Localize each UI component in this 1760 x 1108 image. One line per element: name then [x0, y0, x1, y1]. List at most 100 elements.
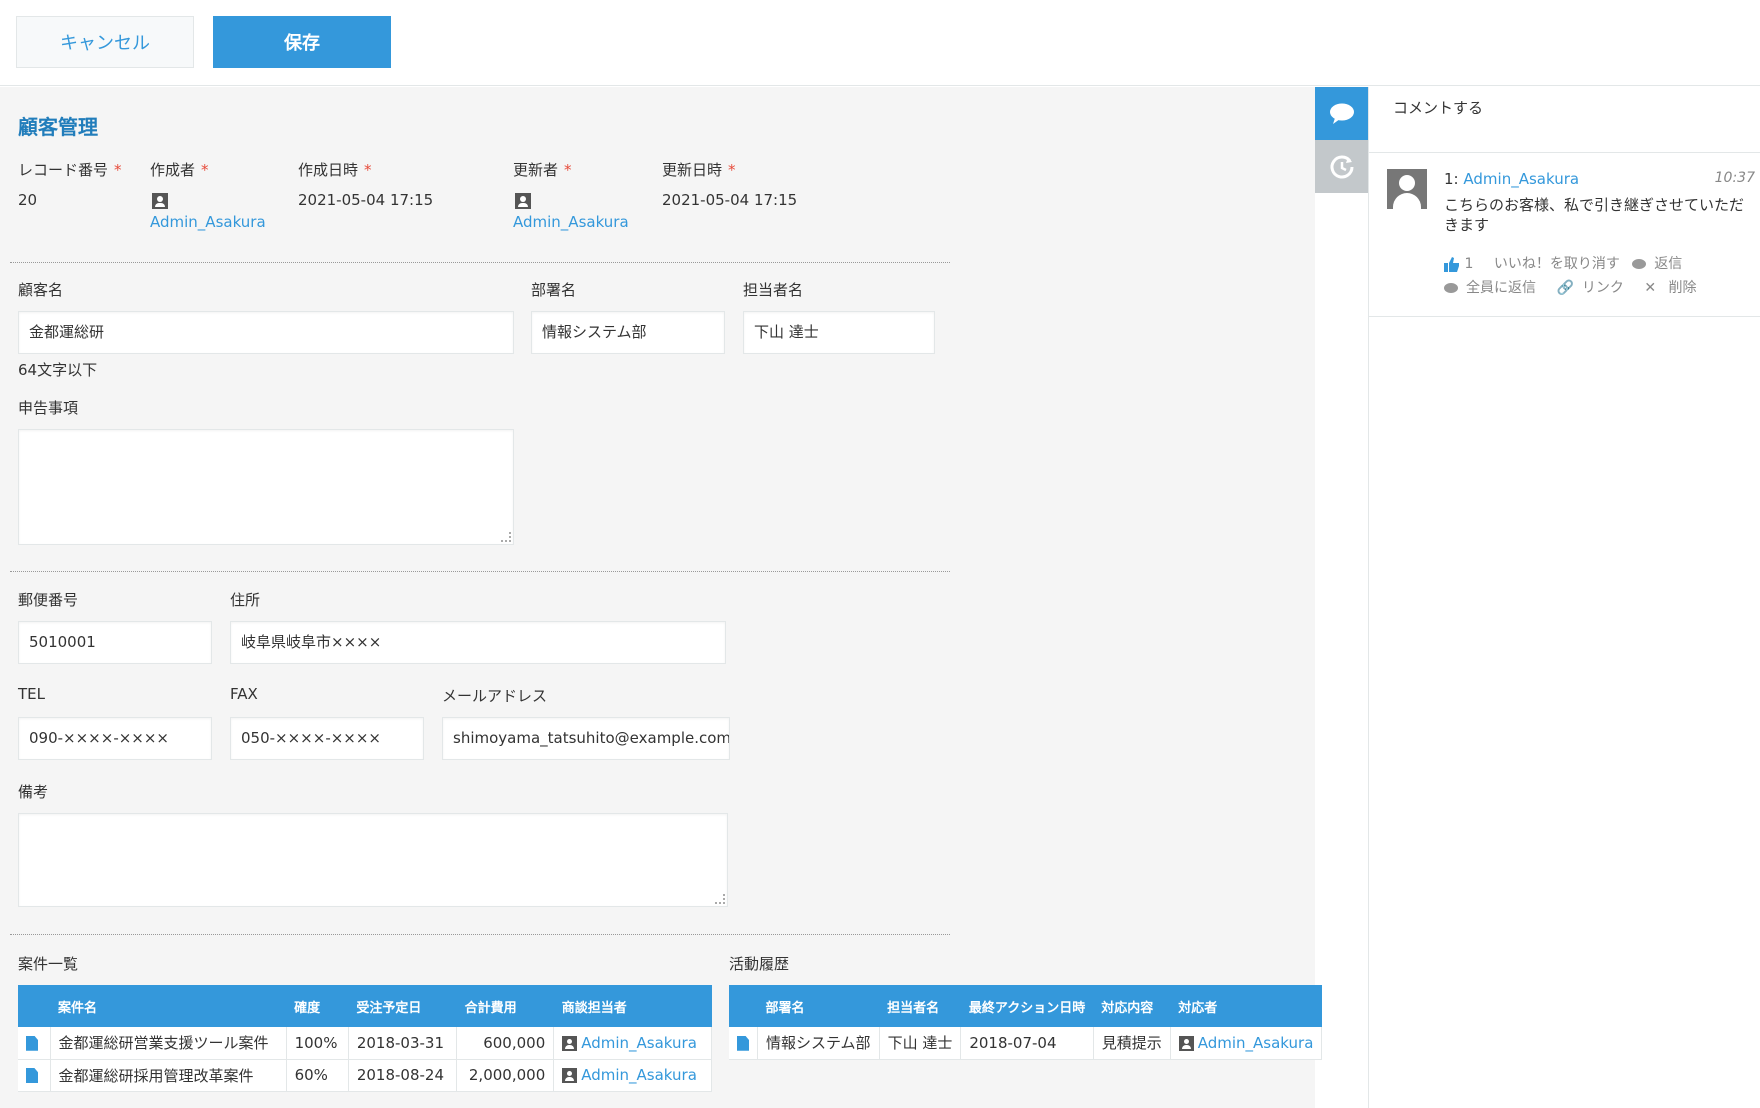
deals-header-cell: 受注予定日	[348, 985, 457, 1027]
activity-person-cell: 下山 達士	[879, 1027, 962, 1060]
record-no-value: 20	[18, 191, 38, 209]
avatar	[1387, 169, 1427, 209]
deals-header-row: 案件名 確度 受注予定日 合計費用 商談担当者	[18, 985, 712, 1027]
delete-button[interactable]: ✕ 削除	[1644, 280, 1704, 296]
customer-hint: 64文字以下	[18, 361, 98, 379]
deals-header-icon-col	[18, 985, 50, 1027]
resize-handle-icon[interactable]	[715, 894, 725, 904]
history-icon	[1330, 155, 1353, 178]
updater-link[interactable]: Admin_Asakura	[513, 213, 629, 231]
person-label: 担当者名	[743, 281, 804, 299]
row-detail-cell[interactable]	[18, 1027, 51, 1060]
dept-input[interactable]: 情報システム部	[531, 311, 725, 354]
fax-input[interactable]: 050-××××-××××	[230, 717, 424, 760]
deals-header-cell: 案件名	[50, 985, 287, 1027]
reply-all-icon	[1444, 283, 1458, 293]
section-divider	[10, 934, 950, 935]
document-icon[interactable]	[26, 1035, 38, 1051]
email-input[interactable]: shimoyama_tatsuhito@example.com	[442, 717, 730, 760]
comment-author-link[interactable]: Admin_Asakura	[1463, 170, 1579, 188]
section-divider	[10, 571, 950, 572]
table-row: 情報システム部 下山 達士 2018-07-04 見積提示 Admin_Asak…	[729, 1027, 1323, 1060]
deals-title: 案件一覧	[18, 955, 79, 973]
notes-textarea[interactable]	[18, 813, 728, 907]
link-button[interactable]: 🔗 リンク	[1556, 280, 1631, 296]
customer-input[interactable]: 金都運総研	[18, 311, 514, 354]
cancel-button[interactable]: キャンセル	[16, 16, 194, 68]
deal-probability-cell: 100%	[286, 1027, 349, 1060]
creator-label: 作成者 *	[150, 161, 209, 179]
deals-table: 案件名 確度 受注予定日 合計費用 商談担当者 金都運総研営業支援ツール案件 1…	[18, 985, 712, 1092]
unlike-button[interactable]: いいね！を取り消す	[1494, 256, 1620, 272]
document-icon[interactable]	[737, 1035, 749, 1051]
comment-header: 1: Admin_Asakura	[1444, 170, 1579, 188]
deals-header-cell: 商談担当者	[553, 985, 712, 1027]
comment-actions-row: 全員に返信 🔗 リンク ✕ 削除	[1444, 277, 1713, 297]
user-icon	[152, 193, 168, 209]
deal-owner-link[interactable]: Admin_Asakura	[581, 1066, 697, 1084]
reply-all-button[interactable]: 全員に返信	[1444, 280, 1544, 296]
row-detail-cell[interactable]	[18, 1059, 51, 1092]
created-label: 作成日時 *	[298, 161, 372, 179]
comment-panel: コメントする 1: Admin_Asakura 10:37 こちらのお客様、私で…	[1368, 87, 1760, 1108]
address-input[interactable]: 岐阜県岐阜市××××	[230, 621, 726, 664]
comment-input[interactable]: コメントする	[1369, 87, 1760, 153]
row-detail-cell[interactable]	[729, 1027, 758, 1060]
save-button[interactable]: 保存	[213, 16, 391, 68]
updated-value: 2021-05-04 17:15	[662, 191, 798, 209]
toolbar: キャンセル 保存	[0, 0, 1760, 86]
close-icon: ✕	[1644, 280, 1661, 296]
reply-button[interactable]: 返信	[1632, 256, 1690, 272]
deal-owner-link[interactable]: Admin_Asakura	[581, 1034, 697, 1052]
activity-header-cell: 部署名	[757, 985, 880, 1027]
deal-owner-cell: Admin_Asakura	[553, 1059, 712, 1092]
activity-header-cell: 担当者名	[879, 985, 961, 1027]
activity-header-icon-col	[729, 985, 758, 1027]
user-icon	[515, 193, 531, 209]
fax-label: FAX	[230, 685, 258, 703]
comment-body: こちらのお客様、私で引き継ぎさせていただきます	[1444, 196, 1745, 234]
like-button[interactable]: 1	[1444, 256, 1486, 272]
deal-date-cell: 2018-03-31	[348, 1027, 458, 1060]
deal-owner-cell: Admin_Asakura	[553, 1027, 712, 1060]
notes-label: 備考	[18, 783, 49, 801]
deal-cost-cell: 600,000	[456, 1027, 555, 1060]
person-input[interactable]: 下山 達士	[743, 311, 935, 354]
activity-content-cell: 見積提示	[1093, 1027, 1171, 1060]
report-textarea[interactable]	[18, 429, 514, 545]
document-icon[interactable]	[26, 1068, 38, 1083]
speech-bubble-icon	[1329, 103, 1354, 124]
comment-item: 1: Admin_Asakura 10:37 こちらのお客様、私で引き継ぎさせて…	[1369, 153, 1760, 317]
app-title: 顧客管理	[18, 115, 98, 139]
activity-handler-link[interactable]: Admin_Asakura	[1198, 1034, 1314, 1052]
dept-label: 部署名	[531, 281, 577, 299]
creator-link[interactable]: Admin_Asakura	[150, 213, 266, 231]
activity-handler-cell: Admin_Asakura	[1170, 1027, 1323, 1060]
activity-table: 部署名 担当者名 最終アクション日時 対応内容 対応者 情報システム部 下山 達…	[729, 985, 1323, 1060]
resize-handle-icon[interactable]	[501, 532, 511, 542]
deals-header-cell: 確度	[286, 985, 349, 1027]
address-label: 住所	[230, 591, 261, 609]
report-label: 申告事項	[18, 399, 79, 417]
activity-date-cell: 2018-07-04	[960, 1027, 1094, 1060]
activity-header-cell: 対応者	[1170, 985, 1322, 1027]
thumbs-up-icon	[1444, 256, 1459, 272]
customer-label: 顧客名	[18, 281, 64, 299]
comment-tab[interactable]	[1315, 87, 1368, 140]
table-row: 金都運総研営業支援ツール案件 100% 2018-03-31 600,000 A…	[18, 1027, 712, 1060]
tel-input[interactable]: 090-××××-××××	[18, 717, 212, 760]
zip-input[interactable]: 5010001	[18, 621, 212, 664]
zip-label: 郵便番号	[18, 591, 79, 609]
deal-name-cell: 金都運総研採用管理改革案件	[50, 1059, 287, 1092]
updater-label: 更新者 *	[513, 161, 572, 179]
activity-title: 活動履歴	[729, 955, 790, 973]
reply-icon	[1632, 259, 1647, 269]
record-form: 顧客管理 レコード番号 * 20 作成者 * Admin_Asakura 作成日時 *…	[0, 87, 1323, 1108]
section-divider	[10, 262, 950, 263]
history-tab[interactable]	[1315, 140, 1368, 193]
activity-dept-cell: 情報システム部	[757, 1027, 880, 1060]
activity-header-cell: 対応内容	[1093, 985, 1171, 1027]
deal-cost-cell: 2,000,000	[456, 1059, 555, 1092]
comment-actions-row: 1 いいね！を取り消す 返信	[1444, 253, 1698, 273]
table-row: 金都運総研採用管理改革案件 60% 2018-08-24 2,000,000 A…	[18, 1059, 712, 1092]
